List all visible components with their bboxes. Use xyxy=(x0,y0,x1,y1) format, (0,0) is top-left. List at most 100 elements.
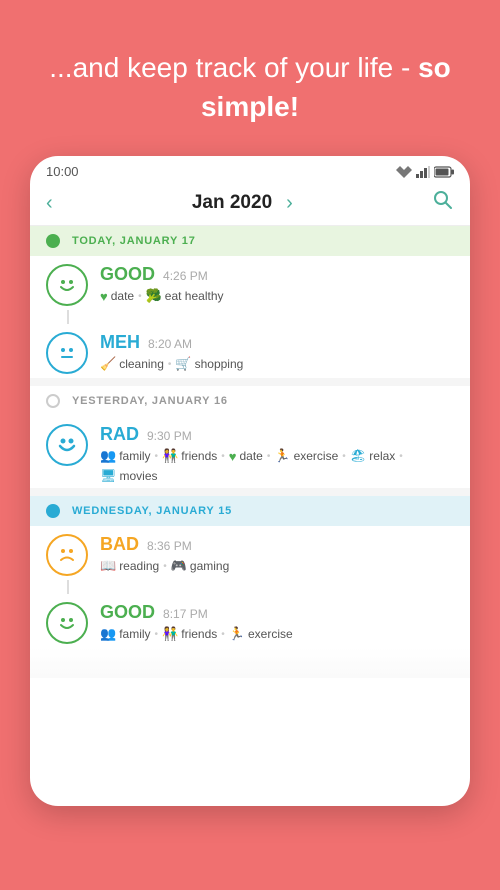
entry-good-1[interactable]: GOOD 4:26 PM ♥ date • 🥦 eat healthy xyxy=(30,256,470,310)
tag-label: date xyxy=(240,449,263,463)
entry-content-good-2: GOOD 8:17 PM 👥 family • 👫 friends • xyxy=(100,602,454,642)
entry-tags: 👥 family • 👫 friends • ♥ date • xyxy=(100,448,454,484)
scroll-area[interactable]: TODAY, JANUARY 17 GOOD 4:26 PM ♥ xyxy=(30,226,470,806)
tag-label: reading xyxy=(119,559,159,573)
exercise-icon-2: 🏃 xyxy=(229,626,245,642)
tag-label: eat healthy xyxy=(165,289,224,303)
tag-cleaning: 🧹 cleaning xyxy=(100,356,164,372)
entry-mood-label: RAD xyxy=(100,424,139,445)
movies-icon: 🖥 xyxy=(100,468,117,484)
tag-movies: 🖥 movies xyxy=(100,468,158,484)
tag-family: 👥 family xyxy=(100,448,151,464)
tag-label: friends xyxy=(181,449,217,463)
tag-label: relax xyxy=(369,449,395,463)
yesterday-dot xyxy=(46,394,60,408)
mood-icon-rad xyxy=(46,424,88,466)
entry-good-2[interactable]: GOOD 8:17 PM 👥 family • 👫 friends • xyxy=(30,594,470,648)
day-header-yesterday: YESTERDAY, JANUARY 16 xyxy=(30,386,470,416)
gaming-icon: 🎮 xyxy=(171,558,187,574)
tag-exercise: 🏃 exercise xyxy=(274,448,338,464)
entry-content-bad-1: BAD 8:36 PM 📖 reading • 🎮 gaming xyxy=(100,534,454,574)
entry-rad-1[interactable]: RAD 9:30 PM 👥 family • 👫 friends • xyxy=(30,416,470,488)
today-dot xyxy=(46,234,60,248)
entry-mood-label: GOOD xyxy=(100,264,155,285)
mood-icon-good-2 xyxy=(46,602,88,644)
connector xyxy=(67,310,69,324)
tag-label: exercise xyxy=(248,627,293,641)
wednesday-label: WEDNESDAY, JANUARY 15 xyxy=(72,505,232,517)
phone-frame: 10:00 ‹ Jan 2020 › xyxy=(30,156,470,806)
tag-label: date xyxy=(111,289,134,303)
status-icons xyxy=(396,166,454,178)
entry-time: 8:17 PM xyxy=(163,607,208,621)
entry-meh-1[interactable]: MEH 8:20 AM 🧹 cleaning • 🛒 shopping xyxy=(30,324,470,378)
mood-icon-bad xyxy=(46,534,88,576)
hero-text-normal: ...and keep track of your life - xyxy=(49,52,418,83)
status-time: 10:00 xyxy=(46,164,79,179)
wednesday-dot xyxy=(46,504,60,518)
entry-title-row: GOOD 4:26 PM xyxy=(100,264,454,285)
tag-label: cleaning xyxy=(119,357,164,371)
entry-title-row: RAD 9:30 PM xyxy=(100,424,454,445)
broccoli-icon: 🥦 xyxy=(146,288,162,304)
entry-time: 8:20 AM xyxy=(148,337,192,351)
current-month: Jan 2020 xyxy=(192,192,272,214)
prev-month-button[interactable]: ‹ xyxy=(46,192,53,215)
entry-title-row: GOOD 8:17 PM xyxy=(100,602,454,623)
entry-title-row: MEH 8:20 AM xyxy=(100,332,454,353)
day-header-today: TODAY, JANUARY 17 xyxy=(30,226,470,256)
search-button[interactable] xyxy=(432,189,454,217)
entry-content-rad-1: RAD 9:30 PM 👥 family • 👫 friends • xyxy=(100,424,454,484)
heart-icon: ♥ xyxy=(229,449,237,464)
entry-title-row: BAD 8:36 PM xyxy=(100,534,454,555)
yesterday-label: YESTERDAY, JANUARY 16 xyxy=(72,395,228,407)
entry-tags: 📖 reading • 🎮 gaming xyxy=(100,558,454,574)
next-month-button[interactable]: › xyxy=(286,192,293,215)
entry-tags: 👥 family • 👫 friends • 🏃 exercise xyxy=(100,626,454,642)
battery-icon xyxy=(434,166,454,178)
tag-reading: 📖 reading xyxy=(100,558,159,574)
hero-text: ...and keep track of your life - so simp… xyxy=(0,0,500,156)
family-icon: 👥 xyxy=(100,448,116,464)
nav-bar: ‹ Jan 2020 › xyxy=(30,183,470,226)
tag-friends-2: 👫 friends xyxy=(162,626,217,642)
tag-date: ♥ date xyxy=(229,449,263,464)
tag-relax: 🏖 relax xyxy=(350,448,396,464)
tag-exercise-2: 🏃 exercise xyxy=(229,626,293,642)
mood-icon-meh xyxy=(46,332,88,374)
heart-icon: ♥ xyxy=(100,289,108,304)
tag-shopping: 🛒 shopping xyxy=(175,356,243,372)
bottom-fade xyxy=(30,648,470,678)
broom-icon: 🧹 xyxy=(100,356,116,372)
exercise-icon: 🏃 xyxy=(274,448,290,464)
entry-time: 4:26 PM xyxy=(163,269,208,283)
nav-center: Jan 2020 › xyxy=(192,192,293,215)
entry-content-good-1: GOOD 4:26 PM ♥ date • 🥦 eat healthy xyxy=(100,264,454,304)
connector-2 xyxy=(67,580,69,594)
relax-icon: 🏖 xyxy=(350,448,367,464)
book-icon: 📖 xyxy=(100,558,116,574)
family-icon-2: 👥 xyxy=(100,626,116,642)
status-bar: 10:00 xyxy=(30,156,470,183)
entry-mood-label: BAD xyxy=(100,534,139,555)
cart-icon: 🛒 xyxy=(175,356,191,372)
tag-label: family xyxy=(119,449,150,463)
tag-family-2: 👥 family xyxy=(100,626,151,642)
entry-mood-label: GOOD xyxy=(100,602,155,623)
entry-mood-label: MEH xyxy=(100,332,140,353)
entry-content-meh-1: MEH 8:20 AM 🧹 cleaning • 🛒 shopping xyxy=(100,332,454,372)
friends-icon: 👫 xyxy=(162,448,178,464)
day-header-wednesday: WEDNESDAY, JANUARY 15 xyxy=(30,496,470,526)
tag-label: exercise xyxy=(294,449,339,463)
today-label: TODAY, JANUARY 17 xyxy=(72,235,196,247)
tag-eat-healthy: 🥦 eat healthy xyxy=(146,288,224,304)
tag-friends: 👫 friends xyxy=(162,448,217,464)
tag-label: gaming xyxy=(190,559,229,573)
signal-icon xyxy=(416,166,430,178)
entry-time: 9:30 PM xyxy=(147,429,192,443)
entry-tags: ♥ date • 🥦 eat healthy xyxy=(100,288,454,304)
section-divider-2 xyxy=(30,488,470,496)
tag-label: movies xyxy=(120,469,158,483)
entry-bad-1[interactable]: BAD 8:36 PM 📖 reading • 🎮 gaming xyxy=(30,526,470,580)
tag-label: shopping xyxy=(195,357,244,371)
